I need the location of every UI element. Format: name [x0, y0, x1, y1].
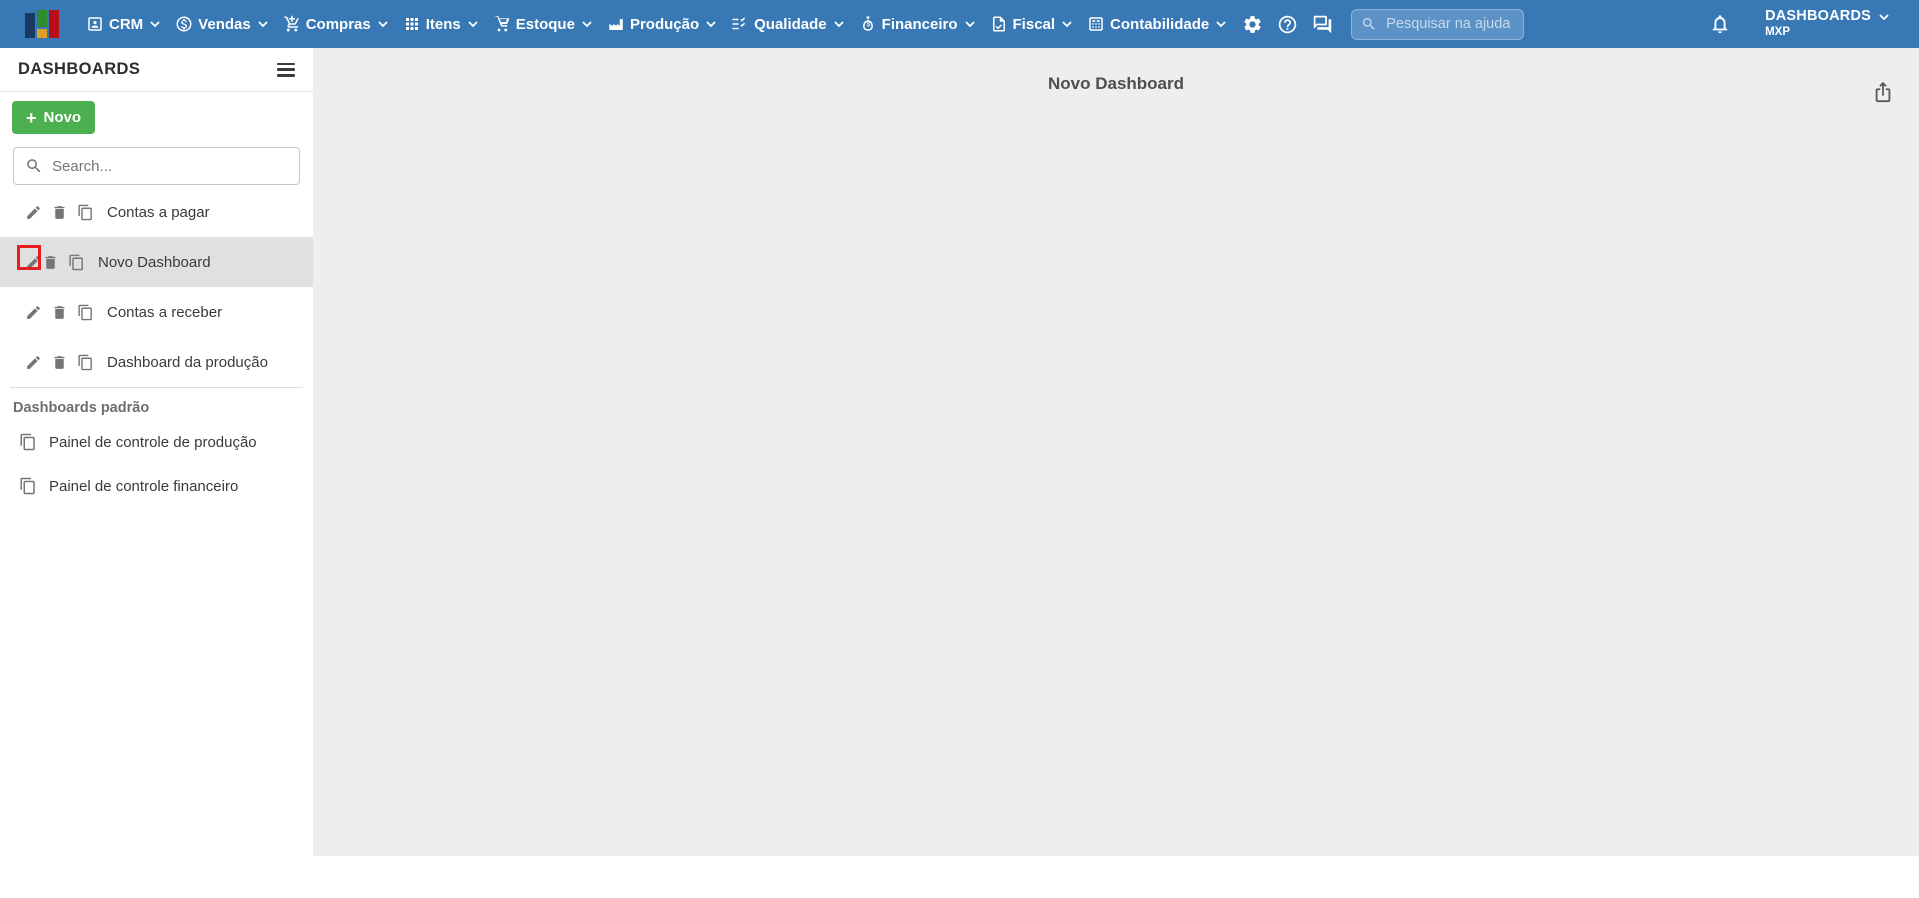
sidebar-search-input[interactable]	[13, 147, 300, 185]
chevron-down-icon	[1216, 20, 1226, 27]
dashboard-label: Painel de controle financeiro	[49, 477, 239, 495]
main-menu: CRM Vendas Compras Itens Estoque Produçã…	[86, 15, 1226, 33]
menu-estoque[interactable]: Estoque	[493, 15, 592, 33]
dashboard-label: Dashboard da produção	[107, 353, 268, 371]
help-search-box	[1351, 8, 1525, 40]
chevron-down-icon	[834, 20, 844, 27]
menu-fiscal[interactable]: Fiscal	[990, 15, 1073, 33]
search-icon	[1363, 17, 1375, 30]
chevron-down-icon	[706, 20, 716, 27]
duplicate-icon[interactable]	[68, 254, 85, 271]
production-icon	[609, 19, 623, 30]
edit-icon[interactable]	[25, 304, 42, 321]
share-button[interactable]	[1872, 81, 1894, 106]
account-menu[interactable]: DASHBOARDS MXP	[1765, 8, 1889, 39]
help-icon[interactable]	[1277, 14, 1298, 35]
items-icon	[405, 18, 418, 30]
stock-icon	[495, 16, 510, 32]
sales-icon	[176, 16, 192, 32]
menu-label: CRM	[109, 15, 144, 33]
main-content: Novo Dashboard	[313, 48, 1919, 898]
page-title: Novo Dashboard	[1047, 74, 1185, 93]
app-logo[interactable]	[25, 10, 61, 38]
new-dashboard-button-label: Novo	[43, 109, 82, 126]
menu-financeiro[interactable]: Financeiro	[859, 15, 975, 33]
dashboard-label: Contas a pagar	[107, 203, 210, 221]
duplicate-icon[interactable]	[77, 304, 94, 321]
default-dashboard-row-producao[interactable]: Painel de controle de produção	[0, 420, 313, 464]
menu-label: Compras	[305, 15, 371, 33]
chevron-down-icon	[582, 20, 592, 27]
menu-label: Produção	[629, 15, 700, 33]
crm-icon	[88, 17, 102, 31]
purchases-icon	[284, 15, 299, 32]
menu-label: Vendas	[198, 15, 251, 33]
sidebar-title: DASHBOARDS	[18, 60, 141, 78]
menu-crm[interactable]: CRM	[86, 15, 160, 33]
chevron-down-icon	[258, 20, 268, 27]
dashboards-sidebar: DASHBOARDS + Novo Contas a pagar Novo Da…	[0, 48, 313, 898]
account-company: MXP	[1765, 26, 1790, 39]
chevron-down-icon	[1062, 20, 1072, 27]
edit-icon[interactable]	[25, 354, 42, 371]
finance-icon	[862, 16, 873, 31]
bell-icon[interactable]	[1709, 13, 1731, 35]
menu-label: Estoque	[515, 15, 575, 33]
account-name: DASHBOARDS	[1765, 8, 1871, 25]
delete-icon[interactable]	[51, 304, 68, 321]
topbar-action-icons	[1242, 14, 1333, 35]
dashboard-row-contas-a-pagar[interactable]: Contas a pagar	[0, 187, 313, 237]
dashboard-label: Painel de controle de produção	[49, 433, 257, 451]
edit-icon[interactable]	[25, 204, 42, 221]
fiscal-icon	[992, 16, 1005, 32]
default-dashboards-title: Dashboards padrão	[13, 400, 150, 416]
duplicate-icon[interactable]	[19, 433, 37, 451]
chevron-down-icon	[964, 20, 975, 27]
dashboard-row-dashboard-da-producao[interactable]: Dashboard da produção	[0, 337, 313, 387]
search-icon	[27, 159, 41, 173]
quality-icon	[732, 17, 746, 30]
dashboard-row-contas-a-receber[interactable]: Contas a receber	[0, 287, 313, 337]
menu-producao[interactable]: Produção	[607, 15, 716, 33]
duplicate-icon[interactable]	[77, 354, 94, 371]
chat-icon[interactable]	[1312, 14, 1333, 35]
menu-label: Financeiro	[881, 15, 958, 33]
sidebar-search-box	[13, 147, 300, 185]
plus-icon: +	[26, 107, 37, 128]
duplicate-icon[interactable]	[19, 477, 37, 495]
edit-icon[interactable]	[25, 254, 42, 271]
chevron-down-icon	[378, 20, 388, 27]
dashboard-label: Novo Dashboard	[98, 253, 211, 271]
delete-icon[interactable]	[51, 354, 68, 371]
duplicate-icon[interactable]	[77, 204, 94, 221]
menu-vendas[interactable]: Vendas	[175, 15, 268, 33]
sidebar-header: DASHBOARDS	[0, 48, 313, 92]
chevron-down-icon	[150, 20, 160, 27]
dashboard-row-novo-dashboard[interactable]: Novo Dashboard	[0, 237, 313, 287]
menu-label: Fiscal	[1012, 15, 1056, 33]
delete-icon[interactable]	[51, 204, 68, 221]
dashboard-label: Contas a receber	[107, 303, 223, 321]
delete-icon[interactable]	[42, 254, 59, 271]
hamburger-icon[interactable]	[277, 62, 295, 77]
share-icon	[1875, 81, 1891, 103]
menu-contabilidade[interactable]: Contabilidade	[1087, 15, 1226, 33]
dashboard-canvas: Novo Dashboard	[313, 48, 1919, 856]
accounting-icon	[1089, 17, 1103, 31]
settings-icon[interactable]	[1242, 14, 1263, 35]
top-navbar: CRM Vendas Compras Itens Estoque Produçã…	[0, 0, 1919, 48]
menu-itens[interactable]: Itens	[403, 15, 478, 33]
menu-label: Contabilidade	[1110, 15, 1210, 33]
menu-label: Qualidade	[754, 15, 827, 33]
new-dashboard-button[interactable]: + Novo	[12, 101, 96, 134]
chevron-down-icon	[468, 20, 478, 27]
dashboard-list: Contas a pagar Novo Dashboard Contas a r…	[0, 187, 313, 387]
menu-compras[interactable]: Compras	[283, 15, 388, 33]
menu-qualidade[interactable]: Qualidade	[731, 15, 844, 33]
menu-label: Itens	[425, 15, 461, 33]
chevron-down-icon	[1879, 14, 1889, 20]
default-dashboard-row-financeiro[interactable]: Painel de controle financeiro	[0, 464, 313, 508]
